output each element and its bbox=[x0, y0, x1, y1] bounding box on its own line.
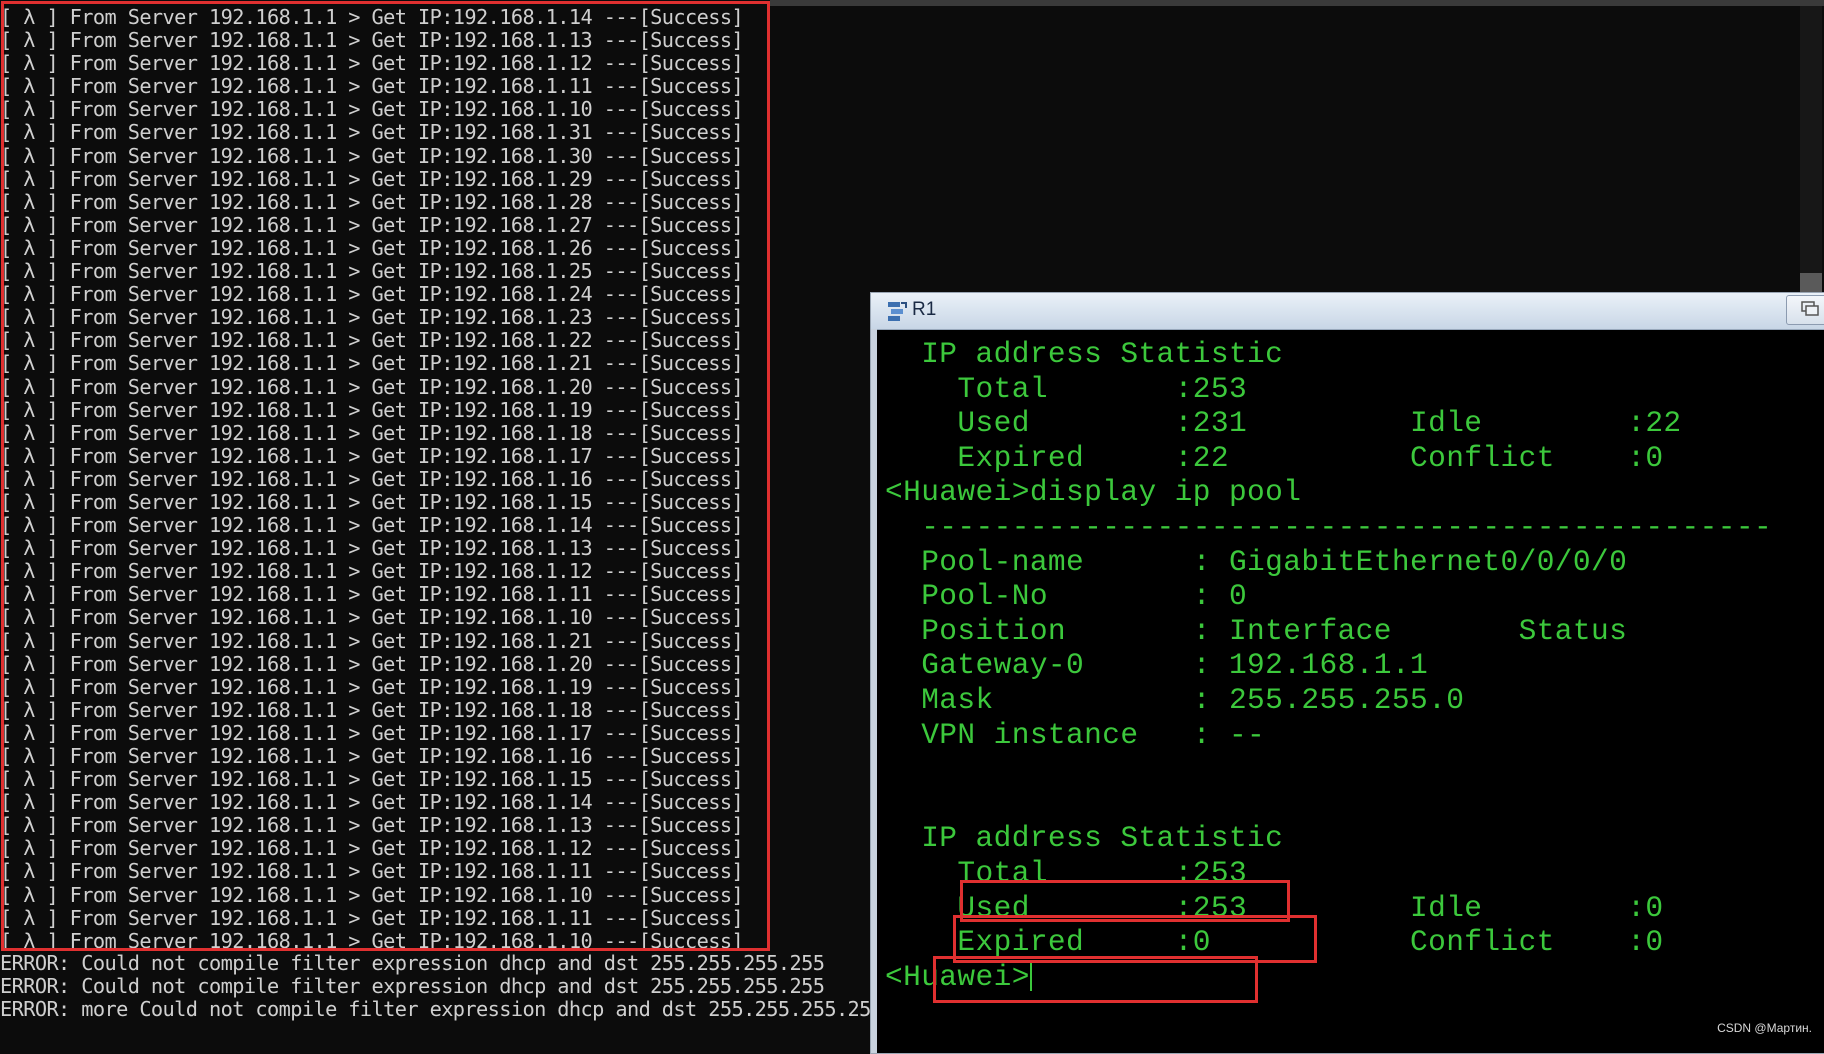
terminal-line: Pool-No : 0 bbox=[885, 579, 1248, 614]
terminal-line: Position : Interface Status bbox=[885, 613, 1628, 648]
r1-window-title: R1 bbox=[912, 299, 937, 320]
terminal-line: ----------------------------------------… bbox=[885, 509, 1773, 544]
terminal-line: Used :231 Idle :22 bbox=[885, 406, 1682, 441]
expired-highlight-box bbox=[933, 956, 1258, 1003]
vertical-scrollbar[interactable] bbox=[1800, 6, 1822, 296]
error-line: ERROR: Could not compile filter expressi… bbox=[0, 974, 825, 999]
log-highlight-box bbox=[1, 1, 770, 951]
restore-icon bbox=[1801, 301, 1819, 316]
restore-window-button[interactable] bbox=[1786, 295, 1824, 325]
r1-window-frame bbox=[871, 329, 877, 1053]
watermark: CSDN @Мартин. bbox=[1717, 1021, 1812, 1035]
terminal-line: Pool-name : GigabitEthernet0/0/0/0 bbox=[885, 544, 1628, 579]
terminal-line: Gateway-0 : 192.168.1.1 bbox=[885, 648, 1429, 683]
r1-titlebar[interactable]: R1 bbox=[871, 293, 1824, 330]
terminal-line: IP address Statistic bbox=[885, 821, 1284, 856]
terminal-line: IP address Statistic bbox=[885, 337, 1284, 371]
terminal-line: Total :253 bbox=[885, 371, 1248, 406]
terminal-line: VPN instance : -- bbox=[885, 717, 1266, 752]
router-console-icon bbox=[885, 299, 909, 323]
r1-console-window[interactable]: R1 IP address Statistic Total :253 Used … bbox=[870, 292, 1824, 1054]
window-top-strip bbox=[770, 0, 1824, 6]
terminal-line: <Huawei>display ip pool bbox=[885, 475, 1302, 510]
terminal-line: Expired :22 Conflict :0 bbox=[885, 440, 1664, 475]
error-line: ERROR: Could not compile filter expressi… bbox=[0, 951, 825, 975]
error-output: ERROR: Could not compile filter expressi… bbox=[0, 951, 883, 1022]
terminal-line: Mask : 255.255.255.0 bbox=[885, 682, 1465, 717]
error-line: ERROR: more Could not compile filter exp… bbox=[0, 997, 883, 1022]
